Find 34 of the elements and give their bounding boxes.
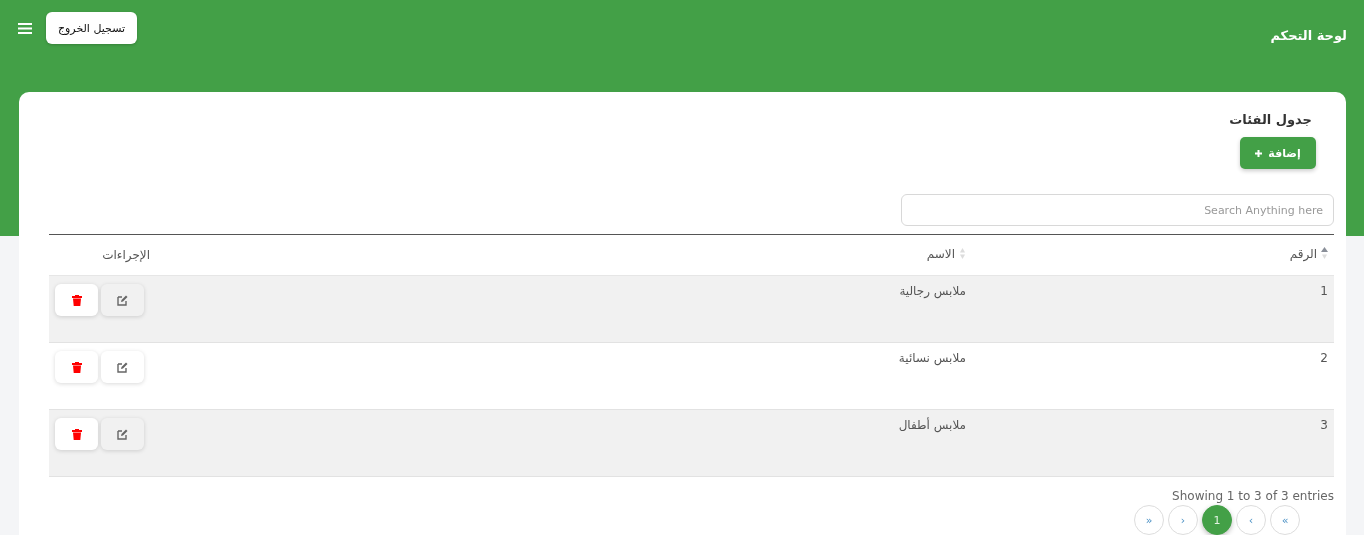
logout-button[interactable]: تسجيل الخروج bbox=[46, 12, 137, 44]
edit-button[interactable] bbox=[101, 284, 144, 316]
edit-icon bbox=[117, 361, 128, 373]
delete-button[interactable] bbox=[55, 284, 98, 316]
column-header[interactable]: الرقم bbox=[1289, 246, 1317, 261]
table-title: جدول الفئات bbox=[1229, 112, 1312, 127]
trash-icon bbox=[71, 294, 82, 306]
dashboard-title: لوحة التحكم bbox=[1270, 28, 1347, 43]
page-button[interactable]: › bbox=[1236, 505, 1266, 535]
delete-button[interactable] bbox=[55, 418, 98, 450]
table-cell: ملابس نسائية bbox=[898, 351, 966, 365]
plus-icon bbox=[1255, 149, 1263, 157]
page-button[interactable]: ‹ bbox=[1168, 505, 1198, 535]
edit-button[interactable] bbox=[101, 418, 144, 450]
trash-icon bbox=[71, 361, 82, 373]
search-field[interactable]: Search Anything here bbox=[901, 194, 1334, 226]
edit-button[interactable] bbox=[101, 351, 144, 383]
entries-info: Showing 1 to 3 of 3 entries bbox=[1172, 489, 1334, 503]
table-cell: 3 bbox=[1320, 418, 1328, 432]
edit-icon bbox=[117, 294, 128, 306]
table-cell: 1 bbox=[1320, 284, 1328, 298]
column-header[interactable]: الاسم bbox=[926, 246, 955, 261]
menu-icon[interactable] bbox=[18, 22, 32, 34]
column-header: الإجراءات bbox=[102, 248, 150, 262]
page-button[interactable]: « bbox=[1134, 505, 1164, 535]
delete-button[interactable] bbox=[55, 351, 98, 383]
add-button[interactable]: إضافة bbox=[1240, 137, 1316, 169]
table-cell: ملابس رجالية bbox=[899, 284, 966, 298]
trash-icon bbox=[71, 428, 82, 440]
page-button[interactable]: » bbox=[1270, 505, 1300, 535]
table-cell: ملابس أطفال bbox=[898, 418, 966, 432]
edit-icon bbox=[117, 428, 128, 440]
table-cell: 2 bbox=[1320, 351, 1328, 365]
page-button[interactable]: 1 bbox=[1202, 505, 1232, 535]
